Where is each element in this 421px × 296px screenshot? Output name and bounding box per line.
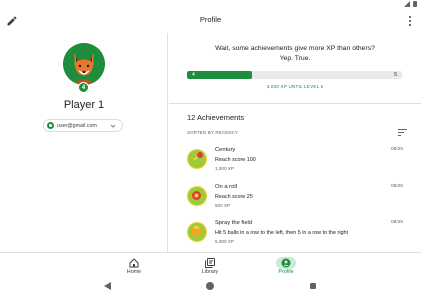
xp-progress-fill	[187, 71, 252, 79]
recents-icon[interactable]	[310, 283, 316, 289]
library-icon	[205, 258, 215, 268]
account-chip[interactable]: user@gmail.com	[43, 119, 123, 132]
nav-item-library[interactable]: Library	[190, 256, 230, 278]
battery-icon	[413, 1, 417, 7]
xp-message: Wait, some achievements give more XP tha…	[169, 44, 421, 64]
achievement-xp: 5,000 XP	[215, 239, 234, 244]
top-app-bar: Profile	[0, 9, 421, 33]
account-icon	[47, 122, 54, 129]
xp-progress-bar: 4 5	[187, 71, 402, 79]
achievement-name: On a roll	[215, 184, 237, 190]
back-icon[interactable]	[104, 282, 112, 290]
achievement-date: 08/25	[390, 147, 403, 152]
achievement-date: 08/25	[390, 184, 403, 189]
nav-label-profile: Profile	[278, 269, 294, 275]
achievement-item[interactable]: Century Reach score 100 1,000 XP 08/25	[187, 147, 403, 181]
level-badge: 4	[78, 82, 89, 93]
achievement-item[interactable]: On a roll Reach score 25 500 XP 08/25	[187, 184, 403, 218]
page-title: Profile	[199, 15, 222, 24]
account-email: user@gmail.com	[57, 122, 97, 129]
home-icon	[129, 258, 139, 268]
achievement-xp: 500 XP	[215, 203, 231, 208]
xp-current-level: 4	[192, 72, 195, 78]
achievement-name: Century	[215, 147, 236, 153]
nav-item-home[interactable]: Home	[114, 256, 154, 278]
century-achievement-icon	[187, 149, 207, 169]
xp-next-level: 5	[394, 72, 397, 78]
status-bar	[0, 0, 421, 9]
achievements-title: 12 Achievements	[187, 113, 245, 122]
signal-icon	[404, 1, 410, 7]
xp-until-text: 3,000 XP UNTIL LEVEL 5	[266, 84, 324, 89]
achievement-description: Reach score 100	[215, 157, 256, 163]
sorted-label: SORTED BY RECENCY	[187, 130, 239, 135]
nav-label-home: Home	[126, 269, 142, 275]
system-navigation-bar	[0, 278, 421, 296]
chevron-down-icon	[110, 124, 116, 128]
achievement-item[interactable]: Spray the field Hit 5 balls in a row to …	[187, 220, 403, 254]
more-vert-icon[interactable]	[407, 15, 413, 27]
achievement-name: Spray the field	[215, 220, 253, 226]
achievement-description: Hit 5 balls in a row to the left, then 5…	[215, 230, 349, 236]
spray-the-field-achievement-icon	[187, 222, 207, 242]
achievement-xp: 1,000 XP	[215, 166, 234, 171]
xp-message-line1: Wait, some achievements give more XP tha…	[215, 45, 375, 52]
nav-label-library: Library	[201, 269, 219, 275]
achievements-panel: Wait, some achievements give more XP tha…	[169, 33, 421, 252]
player-name: Player 1	[63, 99, 105, 111]
bottom-navigation: Home Library Profile	[0, 252, 421, 278]
profile-panel: 4 Player 1 user@gmail.com	[0, 33, 168, 252]
xp-message-line2: Yep. True.	[279, 55, 311, 62]
nav-item-profile[interactable]: Profile	[266, 256, 306, 278]
home-button-icon[interactable]	[206, 282, 214, 290]
achievement-description: Reach score 25	[215, 194, 253, 200]
achievement-date: 08/25	[390, 220, 403, 225]
divider	[169, 103, 421, 104]
profile-icon	[281, 258, 291, 268]
fox-avatar-icon	[63, 43, 105, 85]
avatar[interactable]	[63, 43, 105, 85]
on-a-roll-achievement-icon	[187, 186, 207, 206]
sort-icon[interactable]	[398, 129, 407, 136]
status-icons	[404, 1, 417, 7]
